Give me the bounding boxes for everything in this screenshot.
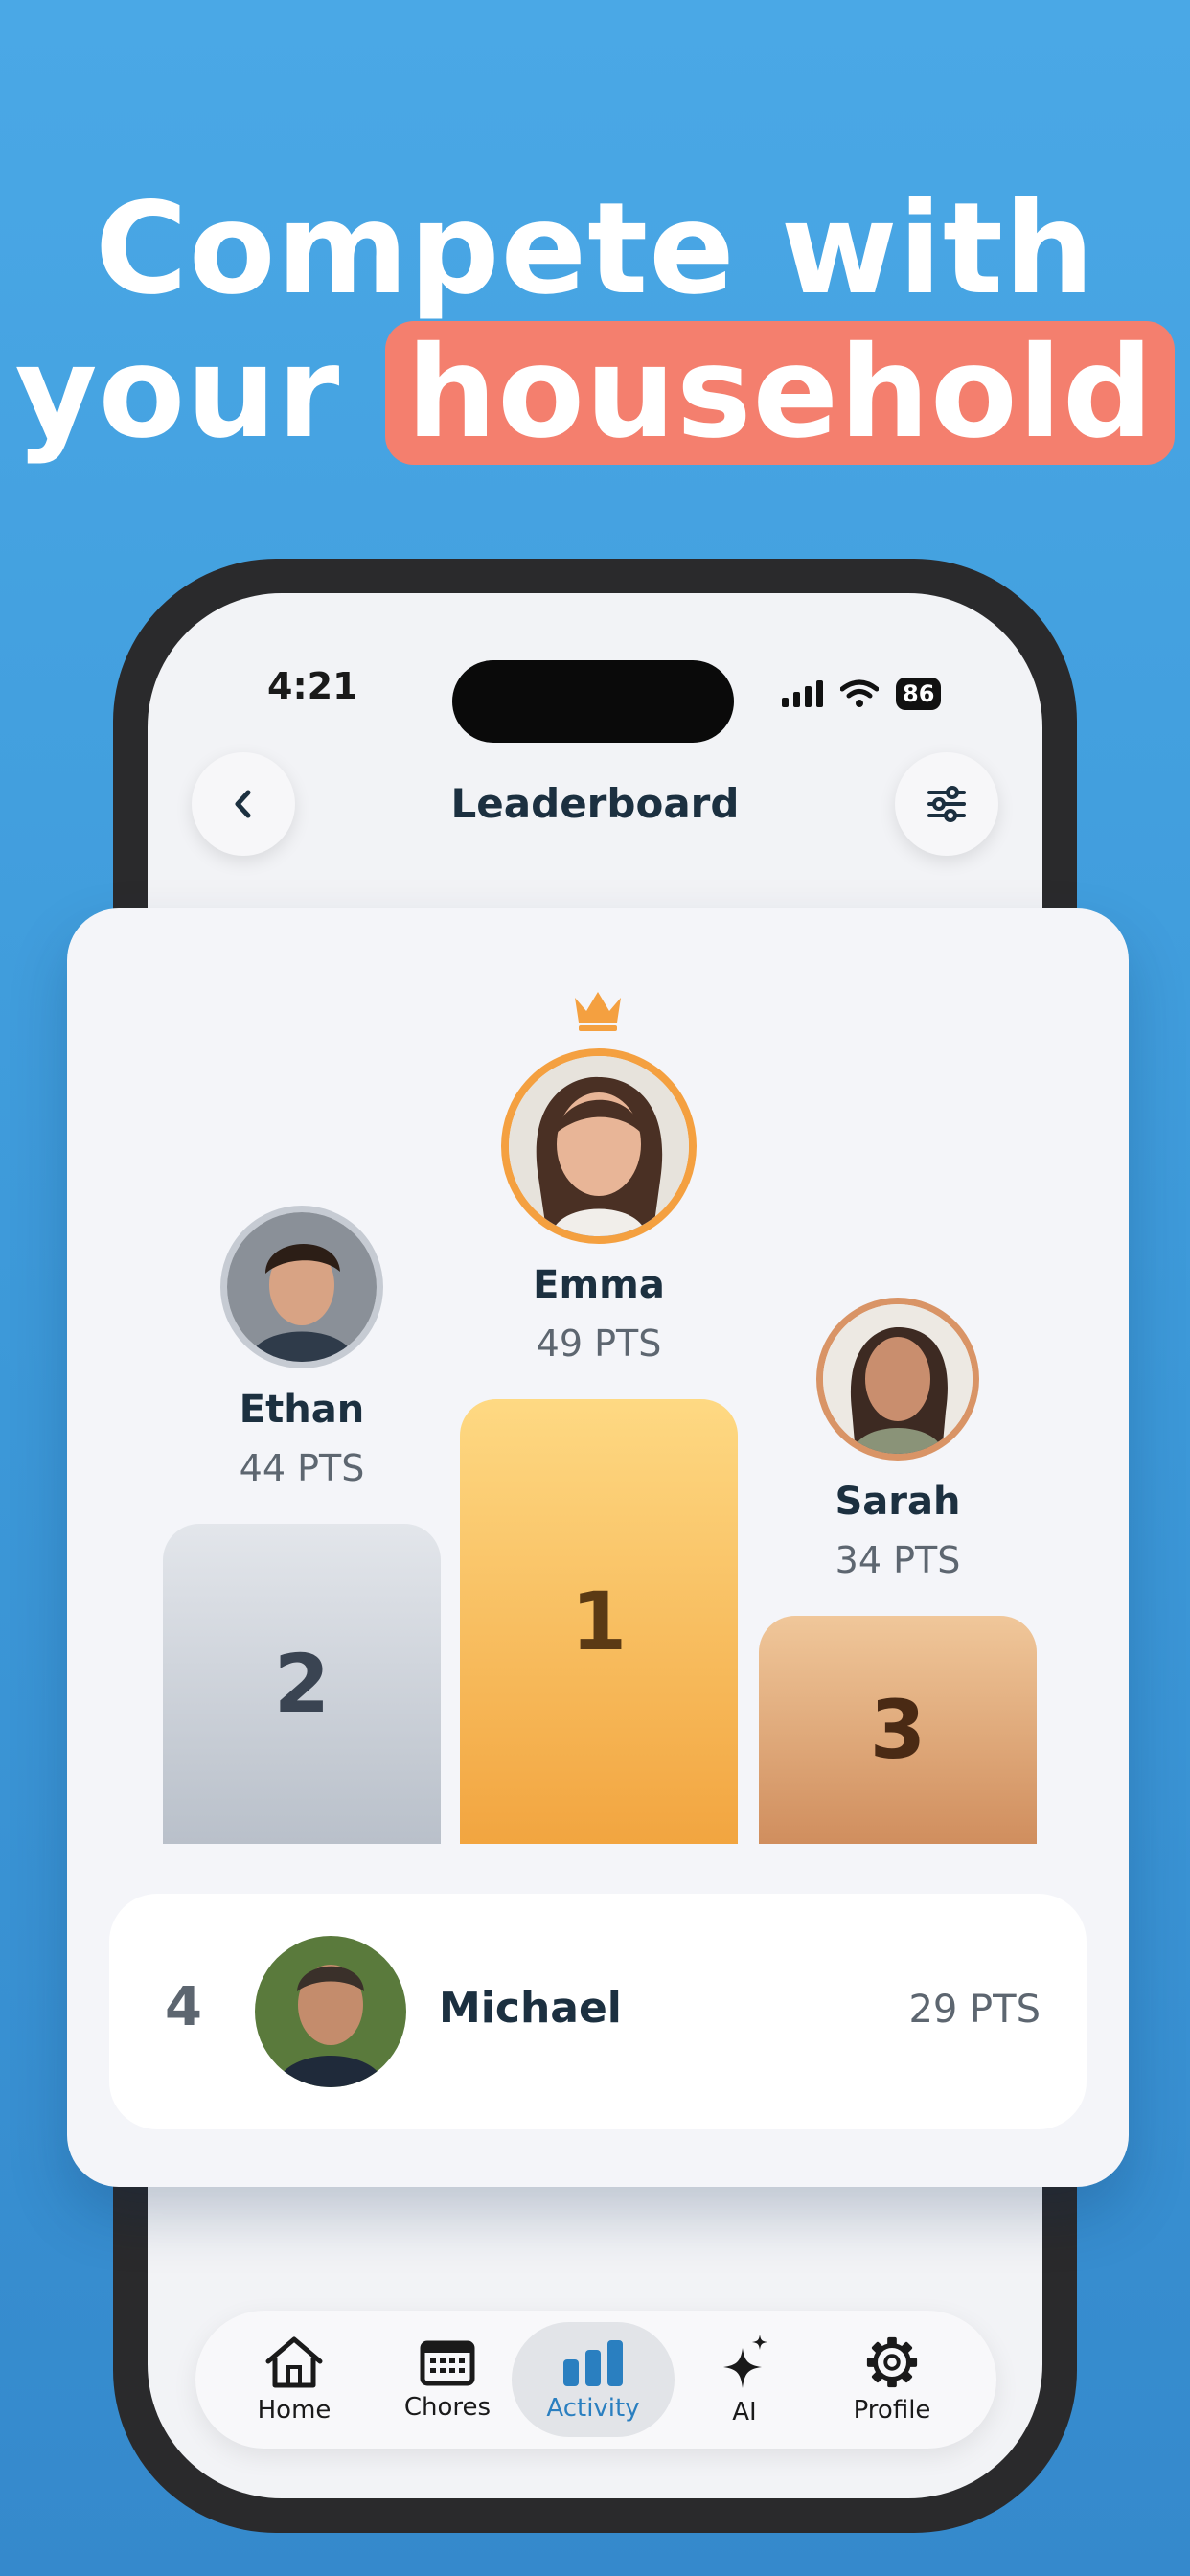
house-icon (265, 2336, 323, 2388)
bar-chart-icon (563, 2340, 623, 2386)
tab-activity[interactable]: Activity (512, 2322, 675, 2437)
avatar (255, 1936, 406, 2087)
tab-bar: Home Chores Activity AI Profile (195, 2311, 996, 2449)
tab-chores[interactable]: Chores (366, 2322, 529, 2437)
wifi-icon (840, 679, 879, 707)
headline-highlight: household (385, 321, 1176, 465)
podium-rank: 1 (570, 1575, 628, 1668)
gear-icon (866, 2336, 918, 2388)
dynamic-island (452, 660, 734, 743)
tab-home[interactable]: Home (213, 2322, 376, 2437)
tab-profile[interactable]: Profile (811, 2322, 973, 2437)
avatar-first-place (501, 1048, 697, 1244)
tab-label: Home (257, 2396, 332, 2425)
avatar-second-place (220, 1206, 383, 1368)
battery-indicator: 86 (896, 678, 942, 710)
podium-points: 34 PTS (835, 1539, 961, 1581)
tab-label: Activity (546, 2394, 640, 2423)
podium-step-first: 1 (460, 1399, 738, 1844)
podium-name: Sarah (835, 1480, 961, 1524)
sparkle-icon (723, 2334, 767, 2388)
headline-line-2: your household (0, 321, 1190, 465)
filter-button[interactable] (895, 752, 998, 856)
tab-label: Profile (853, 2396, 931, 2425)
podium-rank: 2 (273, 1637, 331, 1731)
avatar-third-place (816, 1298, 979, 1460)
headline: Compete with your household (0, 177, 1190, 465)
podium-step-third: 3 (759, 1616, 1037, 1844)
row-rank: 4 (165, 1976, 202, 2038)
status-time: 4:21 (267, 665, 358, 707)
calendar-icon (420, 2340, 475, 2386)
sliders-icon (927, 786, 966, 822)
row-points: 29 PTS (908, 1988, 1041, 2032)
headline-line-1: Compete with (95, 175, 1095, 323)
podium-name: Ethan (239, 1388, 365, 1432)
row-name: Michael (439, 1984, 622, 2033)
status-icons: 86 (782, 675, 942, 713)
leaderboard-row[interactable]: 4 Michael 29 PTS (109, 1894, 1087, 2129)
podium-points: 44 PTS (239, 1447, 365, 1489)
tab-label: Chores (403, 2393, 492, 2422)
signal-icon (782, 680, 823, 707)
podium-points: 49 PTS (536, 1322, 662, 1365)
crown-icon (575, 992, 621, 1031)
podium-rank: 3 (869, 1683, 927, 1777)
podium-step-second: 2 (163, 1524, 441, 1844)
tab-label: AI (732, 2398, 757, 2426)
leaderboard-card: Emma 49 PTS 1 Ethan 44 PTS 2 Sarah 34 PT… (67, 908, 1129, 2187)
podium-name: Emma (533, 1263, 665, 1307)
headline-prefix: your (14, 319, 341, 467)
tab-ai[interactable]: AI (663, 2322, 826, 2437)
